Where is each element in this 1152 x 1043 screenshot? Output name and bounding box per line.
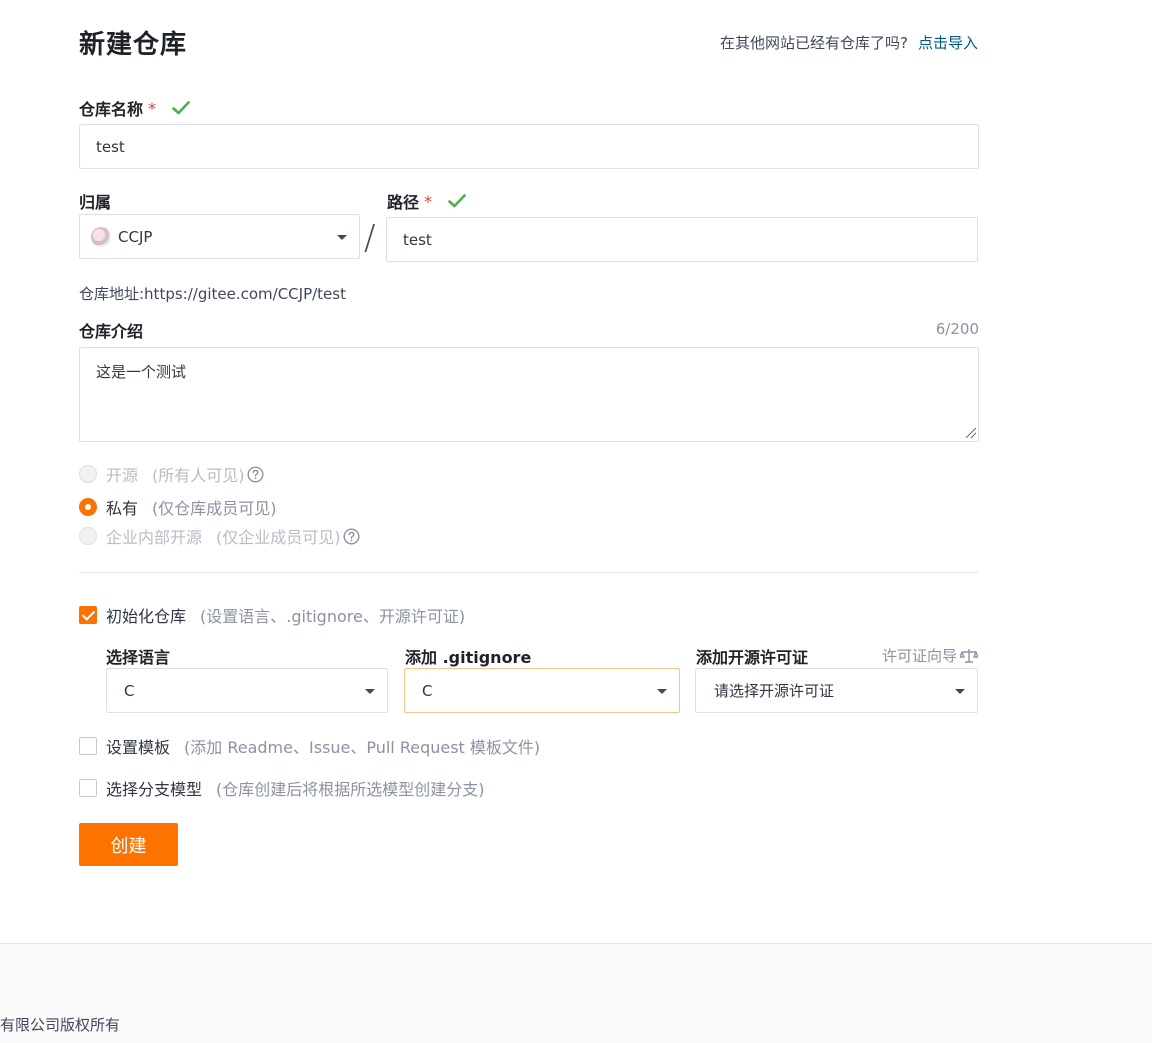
owner-select[interactable]: CCJP bbox=[79, 214, 360, 259]
template-option[interactable]: 设置模板 (添加 Readme、Issue、Pull Request 模板文件) bbox=[79, 734, 540, 758]
branch-model-label: 选择分支模型 bbox=[106, 780, 203, 799]
path-label: 路径 * bbox=[387, 189, 466, 213]
path-label-text: 路径 bbox=[387, 193, 420, 212]
repo-name-input[interactable]: test bbox=[79, 124, 979, 169]
required-mark: * bbox=[148, 98, 157, 118]
footer bbox=[0, 943, 1152, 1043]
caret-down-icon bbox=[337, 234, 347, 240]
branch-model-option[interactable]: 选择分支模型 (仓库创建后将根据所选模型创建分支) bbox=[79, 776, 485, 800]
radio-public[interactable] bbox=[79, 465, 97, 483]
license-guide-link[interactable]: 许可证向导 bbox=[882, 645, 978, 666]
visibility-enterprise-label: 企业内部开源 bbox=[106, 528, 203, 547]
check-icon bbox=[448, 194, 466, 208]
template-hint: (添加 Readme、Issue、Pull Request 模板文件) bbox=[184, 738, 541, 757]
import-link[interactable]: 点击导入 bbox=[918, 34, 978, 52]
radio-private[interactable] bbox=[79, 498, 97, 516]
repo-address: 仓库地址:https://gitee.com/CCJP/test bbox=[79, 285, 346, 303]
license-label: 添加开源许可证 bbox=[696, 648, 809, 667]
radio-enterprise[interactable] bbox=[79, 527, 97, 545]
section-divider bbox=[79, 572, 978, 573]
footer-copyright: 有限公司版权所有 bbox=[0, 1016, 121, 1034]
description-counter: 6/200 bbox=[935, 320, 979, 338]
required-mark: * bbox=[424, 191, 433, 211]
owner-value: CCJP bbox=[118, 227, 153, 246]
license-select[interactable]: 请选择开源许可证 bbox=[695, 668, 978, 713]
visibility-public-label: 开源 bbox=[106, 466, 139, 485]
license-guide-text: 许可证向导 bbox=[881, 647, 957, 665]
repo-name-label-text: 仓库名称 bbox=[79, 100, 144, 119]
language-label: 选择语言 bbox=[106, 648, 171, 667]
license-placeholder: 请选择开源许可证 bbox=[714, 682, 835, 700]
init-repo-checkbox[interactable] bbox=[79, 606, 97, 624]
resize-handle[interactable] bbox=[966, 428, 976, 438]
path-input[interactable]: test bbox=[386, 217, 978, 262]
gitignore-label: 添加 .gitignore bbox=[405, 648, 532, 667]
template-label: 设置模板 bbox=[106, 738, 171, 757]
page-title: 新建仓库 bbox=[79, 30, 188, 60]
init-repo-option[interactable]: 初始化仓库 (设置语言、.gitignore、开源许可证) bbox=[79, 603, 465, 627]
question-circle-icon[interactable] bbox=[247, 465, 264, 483]
description-value: 这是一个测试 bbox=[96, 363, 187, 381]
visibility-private-hint: (仅仓库成员可见) bbox=[152, 499, 277, 518]
init-repo-hint: (设置语言、.gitignore、开源许可证) bbox=[200, 607, 466, 626]
path-value: test bbox=[403, 230, 432, 249]
repo-name-label: 仓库名称 * bbox=[79, 96, 190, 120]
scale-icon bbox=[960, 648, 978, 663]
template-checkbox[interactable] bbox=[79, 737, 97, 755]
visibility-option-public[interactable]: 开源 (所有人可见) bbox=[79, 462, 264, 486]
question-circle-icon[interactable] bbox=[343, 527, 360, 545]
new-repo-page: 新建仓库 在其他网站已经有仓库了吗? 点击导入 仓库名称 * test 归属 CC… bbox=[0, 0, 1152, 1043]
visibility-option-private[interactable]: 私有 (仅仓库成员可见) bbox=[79, 495, 277, 519]
repo-name-value: test bbox=[96, 137, 125, 156]
path-separator: / bbox=[364, 218, 376, 258]
language-select[interactable]: C bbox=[106, 668, 388, 713]
branch-model-hint: (仓库创建后将根据所选模型创建分支) bbox=[216, 780, 485, 799]
visibility-enterprise-hint: (仅企业成员可见) bbox=[216, 528, 341, 547]
owner-label: 归属 bbox=[79, 193, 112, 212]
language-value: C bbox=[124, 681, 135, 700]
caret-down-icon bbox=[955, 688, 965, 694]
create-button[interactable]: 创建 bbox=[79, 823, 178, 866]
visibility-option-enterprise[interactable]: 企业内部开源 (仅企业成员可见) bbox=[79, 524, 360, 548]
branch-model-checkbox[interactable] bbox=[79, 779, 97, 797]
caret-down-icon bbox=[365, 688, 375, 694]
init-repo-label: 初始化仓库 bbox=[106, 607, 187, 626]
visibility-private-label: 私有 bbox=[106, 499, 139, 518]
import-prompt-text: 在其他网站已经有仓库了吗? bbox=[720, 34, 908, 52]
check-icon bbox=[172, 101, 190, 115]
gitignore-value: C bbox=[422, 681, 433, 700]
import-prompt: 在其他网站已经有仓库了吗? 点击导入 bbox=[720, 32, 978, 53]
description-label: 仓库介绍 bbox=[79, 322, 144, 341]
avatar bbox=[91, 226, 111, 247]
visibility-public-hint: (所有人可见) bbox=[152, 466, 245, 485]
gitignore-select[interactable]: C bbox=[404, 668, 680, 713]
description-textarea[interactable] bbox=[79, 347, 979, 442]
caret-down-icon bbox=[657, 688, 667, 694]
